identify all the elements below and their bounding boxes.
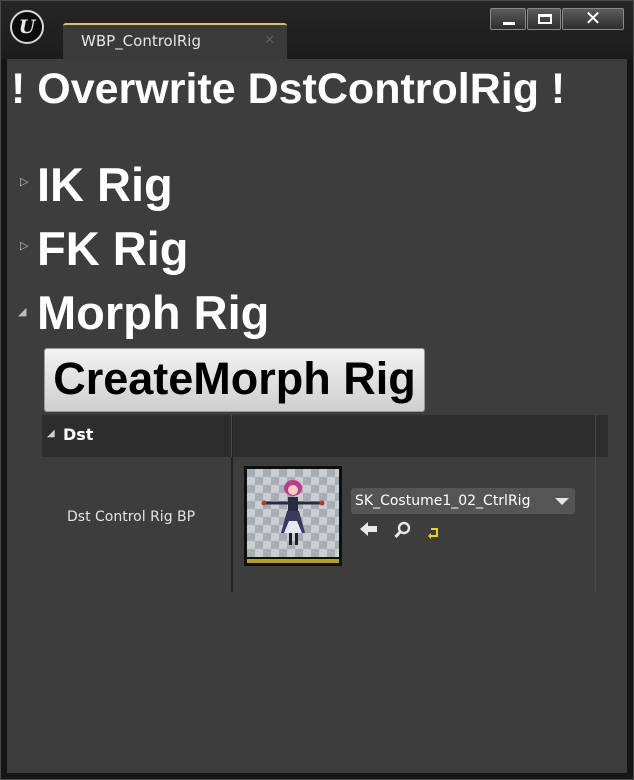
section-morph-rig[interactable]: Morph Rig [37,285,269,340]
section-ik-rig[interactable]: IK Rig [37,157,173,212]
character-preview-image [247,469,339,557]
collapsed-arrow-icon[interactable]: ▷ [20,239,28,252]
expanded-arrow-icon[interactable]: ◢ [18,305,26,318]
page-title: ! Overwrite DstControlRig ! [11,65,566,113]
tab-label: WBP_ControlRig [81,32,201,50]
close-button[interactable]: ✕ [562,6,624,30]
asset-picker-combo[interactable]: SK_Costume1_02_CtrlRig [351,488,575,514]
dst-category-label: Dst [63,425,94,444]
column-divider-highlight [231,415,232,457]
title-bar[interactable]: U WBP_ControlRig ✕ ✕ [1,1,633,59]
create-morph-rig-button[interactable]: CreateMorph Rig [44,348,425,412]
unreal-logo-icon: U [10,10,44,44]
chevron-down-icon [555,498,569,505]
close-icon: ✕ [584,6,602,30]
panel-edge [595,415,596,592]
editor-window: U WBP_ControlRig ✕ ✕ ! Overwrite DstCont… [0,0,634,780]
asset-thumbnail[interactable] [244,466,342,566]
section-fk-rig[interactable]: FK Rig [37,221,188,276]
tab-wbp-controlrig[interactable]: WBP_ControlRig ✕ [63,23,287,59]
tab-close-icon[interactable]: ✕ [264,33,275,48]
asset-picker-value: SK_Costume1_02_CtrlRig [355,493,531,509]
search-icon[interactable] [394,521,412,543]
maximize-button[interactable] [527,8,561,30]
collapsed-arrow-icon[interactable]: ▷ [20,175,28,188]
thumbnail-asset-bar [247,559,339,563]
widget-panel: ! Overwrite DstControlRig ! ▷ IK Rig ▷ F… [7,59,627,773]
dst-category-header[interactable]: ◢ Dst [42,415,608,457]
arrow-left-icon[interactable] [359,521,379,541]
character-figure-icon [261,480,325,545]
reset-icon[interactable] [427,524,441,543]
expanded-arrow-icon: ◢ [47,428,55,439]
maximize-icon [538,14,552,24]
property-label: Dst Control Rig BP [67,509,196,525]
minimize-button[interactable] [490,8,526,30]
minimize-icon [503,22,515,25]
